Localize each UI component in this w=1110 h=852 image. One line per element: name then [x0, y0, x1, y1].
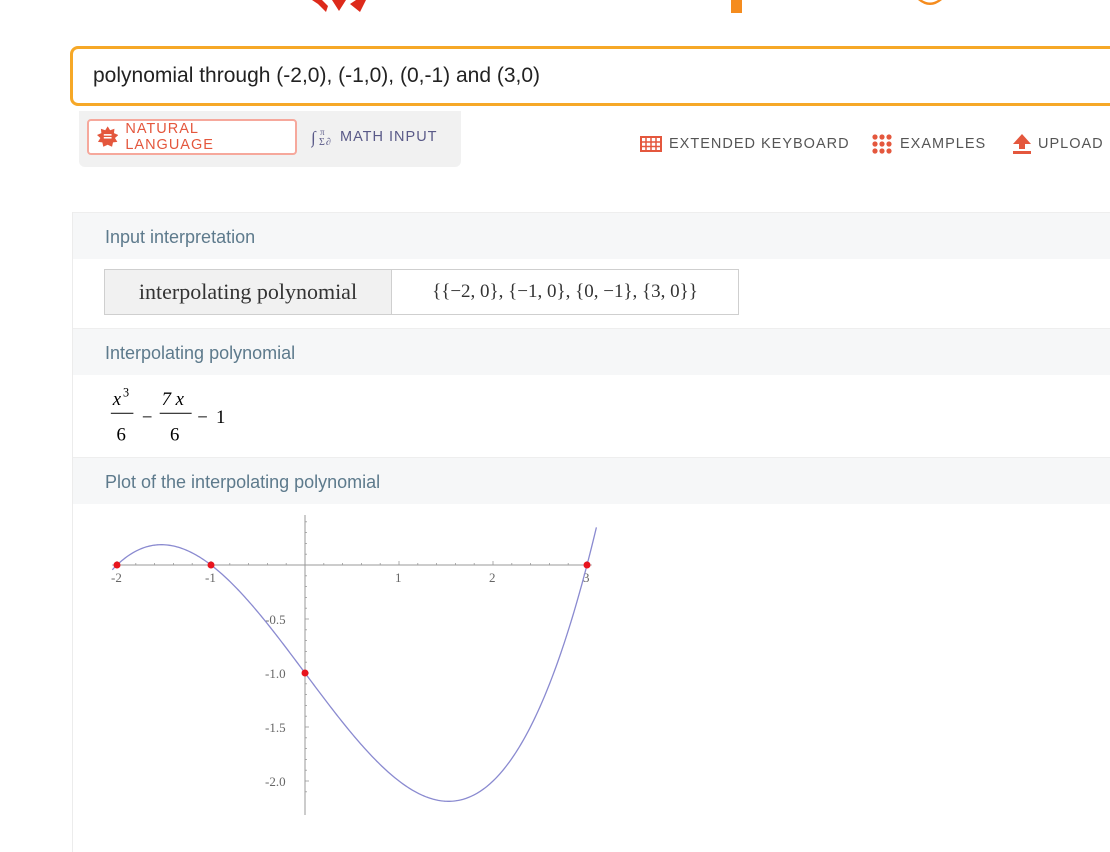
wolfram-alpha-wordmark-arc [918, 0, 942, 5]
x-tick-label: 1 [395, 570, 402, 585]
extended-keyboard-label: EXTENDED KEYBOARD [669, 136, 850, 152]
formula-term1-exponent: 3 [123, 388, 129, 399]
natural-language-button[interactable]: NATURAL LANGUAGE [87, 119, 297, 155]
formula-minus-1: − [142, 407, 153, 428]
data-point [301, 669, 309, 677]
x-tick-label: 2 [489, 570, 496, 585]
natural-language-label: NATURAL LANGUAGE [125, 121, 214, 153]
wolfram-star-logo [312, 0, 366, 12]
pod-header-input-interpretation: Input interpretation [73, 212, 1110, 259]
svg-text:π: π [320, 127, 326, 137]
y-tick-label: -2.0 [265, 774, 286, 789]
examples-button[interactable]: EXAMPLES [871, 133, 986, 155]
search-input[interactable] [93, 49, 1103, 103]
pod-header-interpolating-polynomial: Interpolating polynomial [73, 328, 1110, 375]
math-input-label: MATH INPUT [340, 129, 438, 145]
y-tick-label: -1.0 [265, 666, 286, 681]
upload-icon [1013, 134, 1031, 154]
natural-language-icon [97, 126, 119, 147]
input-mode-switcher: NATURAL LANGUAGE ∫ π Σ∂ MATH INPUT [79, 111, 461, 167]
search-box[interactable] [70, 46, 1110, 106]
data-point [207, 561, 215, 569]
data-point [113, 561, 121, 569]
math-input-icon: ∫ π Σ∂ [311, 127, 332, 148]
math-input-button[interactable]: ∫ π Σ∂ MATH INPUT [303, 119, 463, 155]
polynomial-formula: x 3 6 − 7 x 6 − 1 [110, 388, 225, 446]
extended-keyboard-button[interactable]: EXTENDED KEYBOARD [640, 133, 850, 155]
interpretation-label: interpolating polynomial [105, 270, 392, 314]
data-point [583, 561, 591, 569]
pod-title-interpolating-polynomial: Interpolating polynomial [105, 343, 296, 363]
formula-term1-numerator: x [112, 389, 122, 410]
x-tick-label: -1 [205, 570, 216, 585]
polynomial-curve [111, 527, 598, 802]
pod-title-plot: Plot of the interpolating polynomial [105, 472, 381, 492]
formula-term1-denominator: 6 [116, 425, 125, 446]
keyboard-icon [640, 136, 662, 152]
formula-constant: 1 [216, 407, 225, 428]
x-tick-label: -2 [111, 570, 122, 585]
wolfram-alpha-wordmark-fragment [731, 0, 742, 13]
pod-header-plot: Plot of the interpolating polynomial [73, 457, 1110, 504]
formula-term2-numerator: 7 x [162, 389, 185, 410]
pod-title-input-interpretation: Input interpretation [105, 227, 256, 247]
polynomial-plot: -2 -1 1 2 3-0.5-1.0-1.5-2.0 [111, 515, 598, 815]
svg-text:Σ∂: Σ∂ [319, 137, 332, 148]
examples-grid-icon [872, 134, 892, 154]
upload-button[interactable]: UPLOAD [1013, 133, 1104, 155]
interpretation-value: {{−2, 0}, {−1, 0}, {0, −1}, {3, 0}} [392, 270, 738, 314]
svg-text:∫: ∫ [311, 128, 317, 148]
upload-label: UPLOAD [1038, 136, 1104, 152]
formula-minus-2: − [197, 407, 208, 428]
formula-term2-denominator: 6 [170, 425, 179, 446]
y-tick-label: -1.5 [265, 720, 286, 735]
examples-label: EXAMPLES [900, 136, 987, 152]
input-interpretation-table: interpolating polynomial {{−2, 0}, {−1, … [104, 269, 739, 315]
